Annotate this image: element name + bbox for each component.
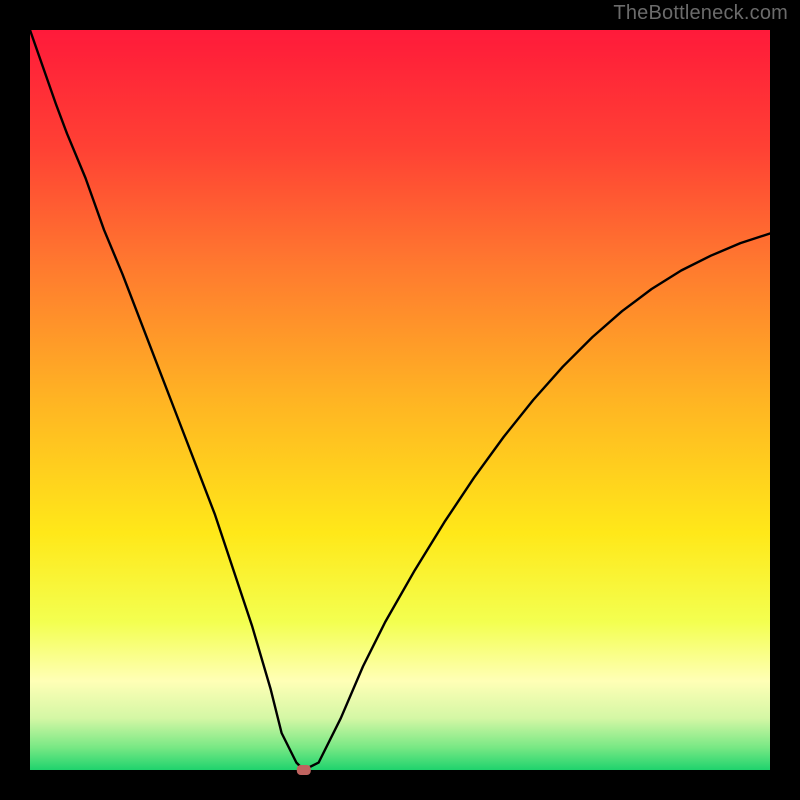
watermark-label: TheBottleneck.com <box>613 2 788 25</box>
optimal-point-marker <box>297 765 311 775</box>
bottleneck-chart <box>0 0 800 800</box>
chart-container: TheBottleneck.com <box>0 0 800 800</box>
plot-background <box>30 30 770 770</box>
